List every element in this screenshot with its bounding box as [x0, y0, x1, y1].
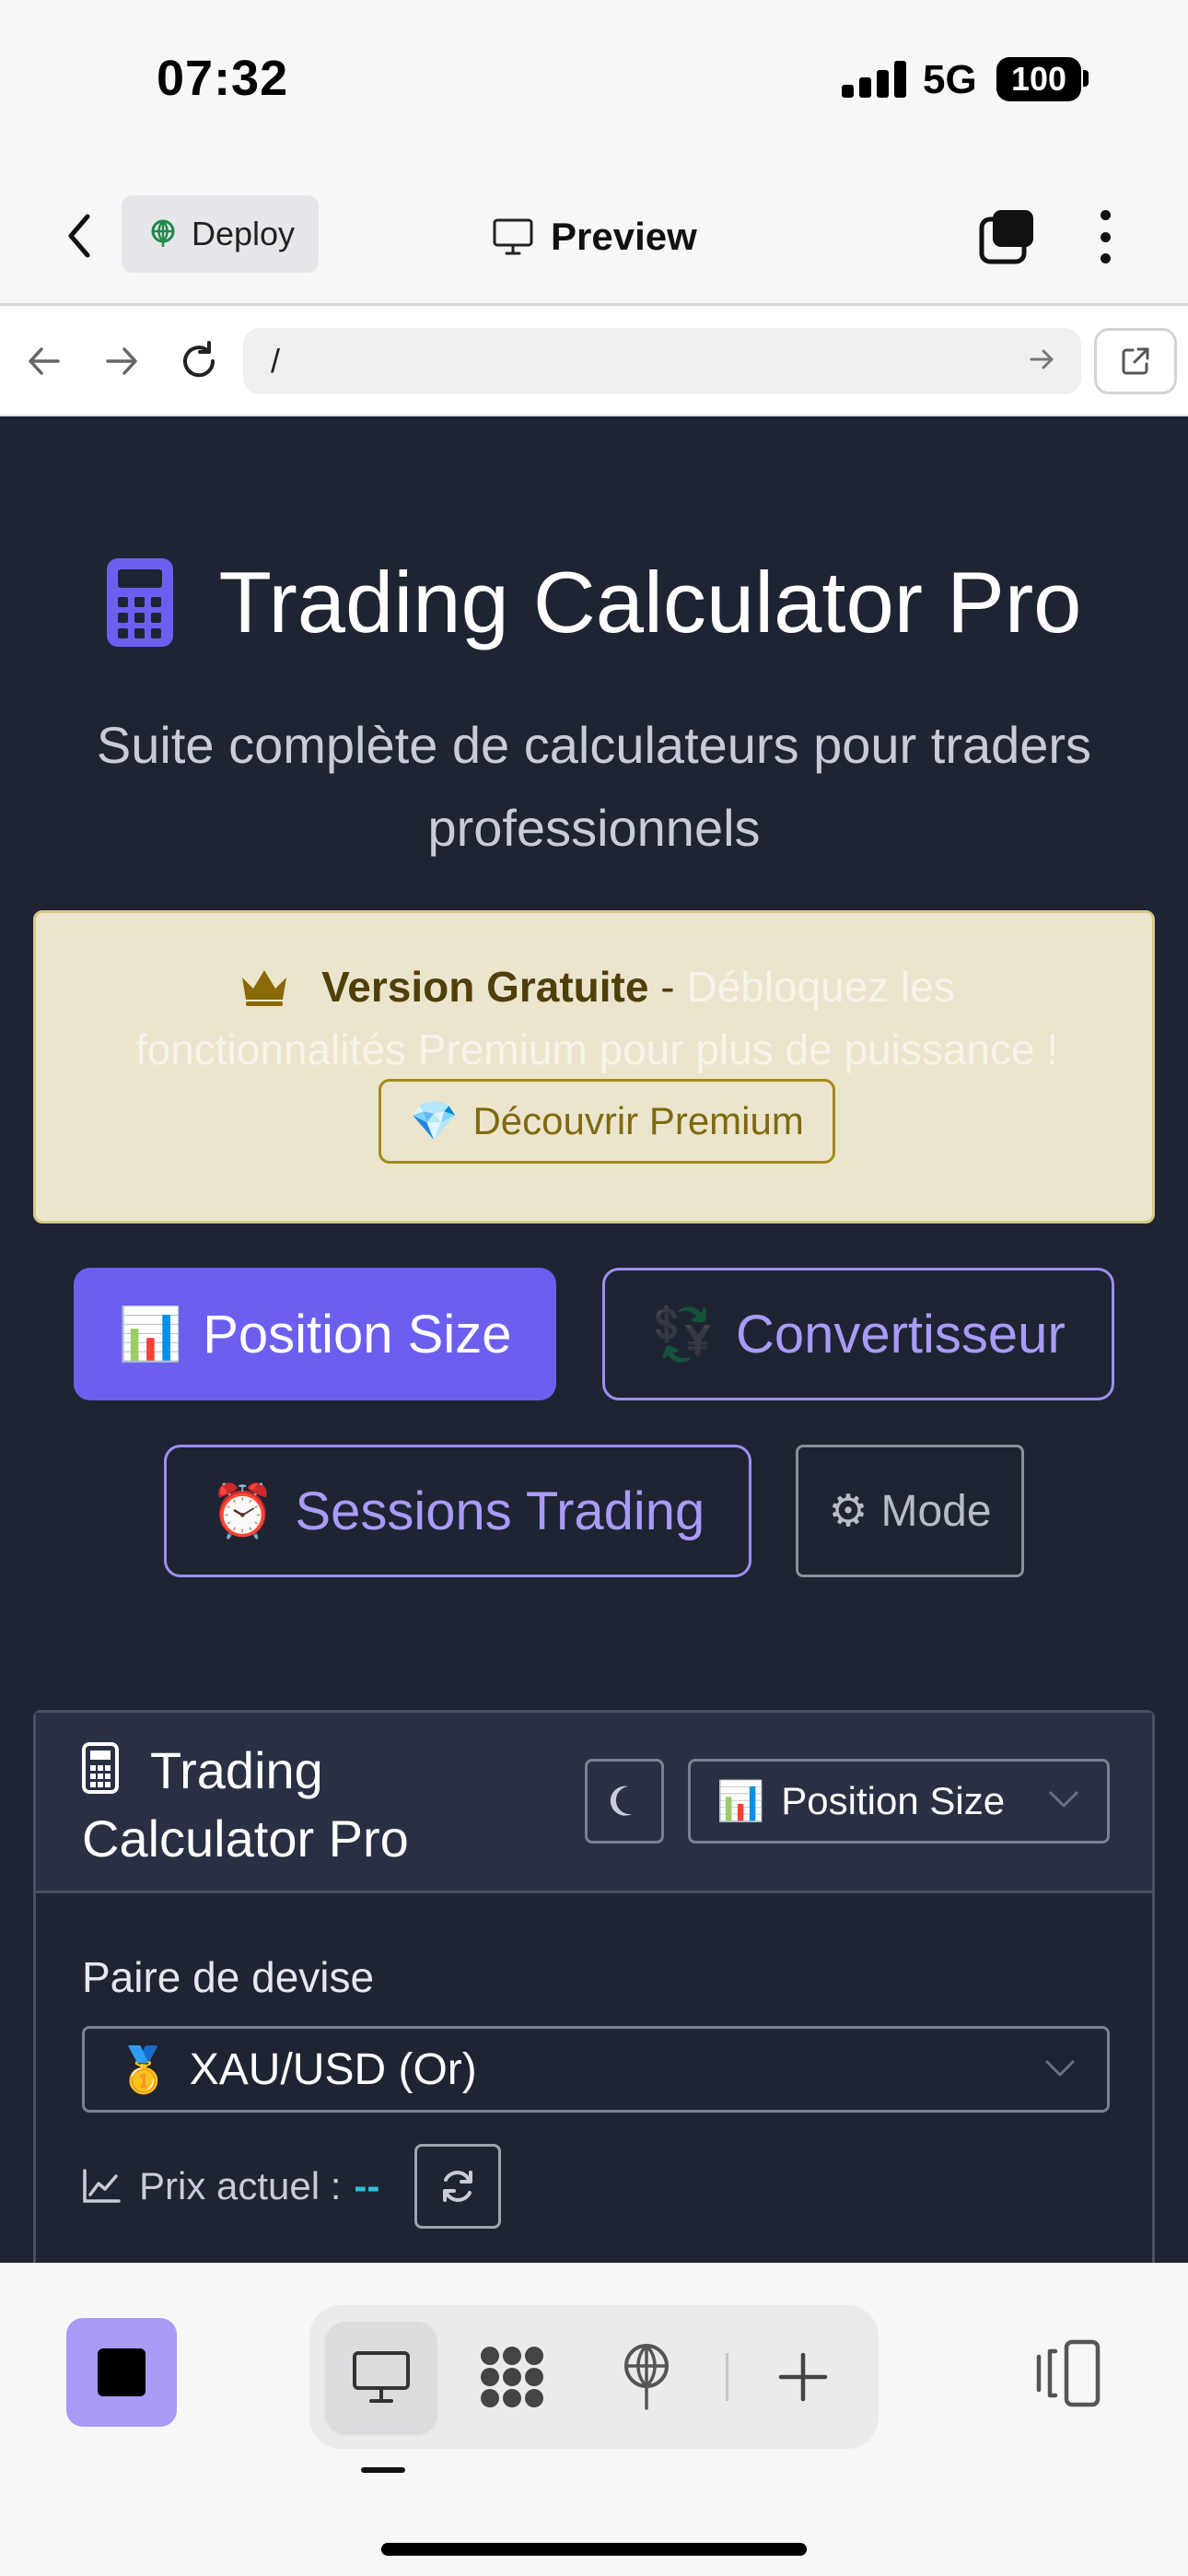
chevron-down-icon — [1045, 2060, 1075, 2077]
home-indicator — [381, 2543, 807, 2556]
more-options-icon[interactable] — [1087, 205, 1124, 269]
refresh-icon — [443, 2171, 473, 2202]
grid-blob-icon — [481, 2347, 543, 2407]
banner-dash: - — [660, 963, 675, 1011]
mode-label: Mode — [880, 1486, 992, 1536]
calculator-title-text: Trading Calculator Pro — [82, 1741, 409, 1868]
calculator-mode-select[interactable]: 📊 Position Size — [688, 1759, 1110, 1844]
desktop-icon — [493, 218, 533, 255]
deploy-button[interactable]: Deploy — [122, 195, 319, 273]
mode-select-value: Position Size — [781, 1779, 1006, 1822]
tabs-icon[interactable] — [978, 208, 1035, 265]
plus-icon — [778, 2352, 828, 2402]
add-button[interactable] — [748, 2322, 858, 2432]
discover-premium-button[interactable]: 💎 Découvrir Premium — [379, 1079, 835, 1164]
desktop-icon — [353, 2351, 410, 2403]
bar-chart-icon: 📊 — [716, 1778, 765, 1822]
page-title: Trading Calculator Pro — [0, 553, 1188, 652]
stop-button[interactable] — [66, 2318, 177, 2427]
bottom-toolbar — [0, 2263, 1188, 2576]
desktop-view-button[interactable] — [326, 2322, 437, 2432]
tab-label: Sessions Trading — [295, 1481, 705, 1541]
active-tab-indicator — [361, 2467, 405, 2473]
chevron-down-icon — [1049, 1791, 1078, 1808]
price-value: -- — [354, 2164, 380, 2207]
calculator-card: Trading Calculator Pro 📊 Position Size P… — [33, 1710, 1155, 2263]
gear-icon: ⚙ — [828, 1487, 868, 1536]
arrow-right-icon — [106, 347, 137, 375]
deploy-tab-button[interactable] — [591, 2322, 702, 2432]
mode-button[interactable]: ⚙ Mode — [796, 1445, 1024, 1577]
line-chart-icon — [83, 2169, 121, 2203]
stop-icon — [98, 2348, 146, 2396]
tab-label: Convertisseur — [735, 1304, 1066, 1364]
diamond-icon: 💎 — [410, 1098, 459, 1142]
url-text: / — [271, 342, 281, 380]
banner-text-1: Débloquez les — [686, 963, 955, 1011]
browser-nav-bar: / — [0, 306, 1188, 416]
moon-icon — [610, 1786, 632, 1816]
tab-label: Position Size — [203, 1304, 512, 1364]
battery-icon: 100 — [996, 57, 1081, 101]
url-input[interactable]: / — [243, 328, 1081, 394]
view-switcher — [309, 2305, 879, 2449]
free-version-banner: Version Gratuite - Débloquez les fonctio… — [33, 910, 1155, 1224]
reload-button[interactable] — [169, 332, 228, 391]
crown-icon — [242, 970, 287, 1006]
chevron-left-icon — [68, 214, 90, 258]
calculator-small-icon — [82, 1742, 119, 1794]
calculator-header: Trading Calculator Pro 📊 Position Size — [36, 1713, 1152, 1893]
banner-bold: Version Gratuite — [321, 963, 649, 1011]
status-time: 07:32 — [157, 51, 289, 106]
alarm-clock-icon: ⏰ — [210, 1481, 275, 1540]
external-link-icon — [1122, 347, 1149, 375]
pair-label: Paire de devise — [82, 1953, 375, 2001]
premium-button-label: Découvrir Premium — [472, 1099, 804, 1142]
currency-pair-select[interactable]: 🥇 XAU/USD (Or) — [82, 2026, 1110, 2113]
arrow-left-icon — [29, 347, 60, 375]
pair-select-value: XAU/USD (Or) — [189, 2044, 477, 2094]
nav-forward-button[interactable] — [92, 332, 151, 391]
page-title-text: Trading Calculator Pro — [218, 554, 1082, 650]
page-subtitle: Suite complète de calculateurs pour trad… — [96, 716, 1092, 857]
preview-title[interactable]: Preview — [492, 206, 697, 267]
currency-exchange-icon: 💱 — [651, 1305, 716, 1363]
split-view-icon[interactable] — [1030, 2338, 1103, 2408]
bar-chart-icon: 📊 — [118, 1305, 183, 1363]
deploy-label: Deploy — [192, 215, 296, 252]
integrations-button[interactable] — [457, 2322, 567, 2432]
tab-convertisseur[interactable]: 💱 Convertisseur — [602, 1268, 1114, 1400]
app-header: Deploy Preview — [0, 166, 1188, 306]
refresh-price-button[interactable] — [414, 2144, 502, 2229]
reload-icon — [183, 341, 215, 378]
web-content: Trading Calculator Pro Suite complète de… — [0, 416, 1188, 2263]
status-bar: 07:32 5G 100 — [0, 0, 1188, 166]
price-label: Prix actuel : — [139, 2164, 342, 2207]
deploy-icon — [624, 2344, 669, 2410]
tab-position-size[interactable]: 📊 Position Size — [74, 1268, 556, 1400]
calculator-icon — [106, 558, 173, 647]
network-label: 5G — [923, 57, 977, 102]
deploy-icon — [151, 219, 175, 247]
open-external-button[interactable] — [1094, 328, 1177, 394]
theme-toggle-button[interactable] — [585, 1759, 664, 1844]
nav-back-button[interactable] — [15, 332, 74, 391]
banner-line-2: fonctionnalités Premium pour plus de pui… — [134, 1025, 1059, 1073]
signal-icon — [842, 61, 906, 98]
battery-tip — [1083, 70, 1089, 87]
banner-line-1: Version Gratuite - Débloquez les — [36, 959, 1158, 1014]
current-price-row: Prix actuel : -- — [82, 2144, 502, 2229]
tab-sessions-trading[interactable]: ⏰ Sessions Trading — [164, 1445, 751, 1577]
go-arrow-icon[interactable] — [1028, 345, 1057, 374]
toolbar-divider — [726, 2353, 728, 2401]
back-button[interactable] — [53, 206, 105, 265]
calculator-title: Trading Calculator Pro — [82, 1737, 561, 1873]
preview-label: Preview — [551, 215, 697, 258]
gold-medal-icon: 🥇 — [116, 2045, 171, 2095]
